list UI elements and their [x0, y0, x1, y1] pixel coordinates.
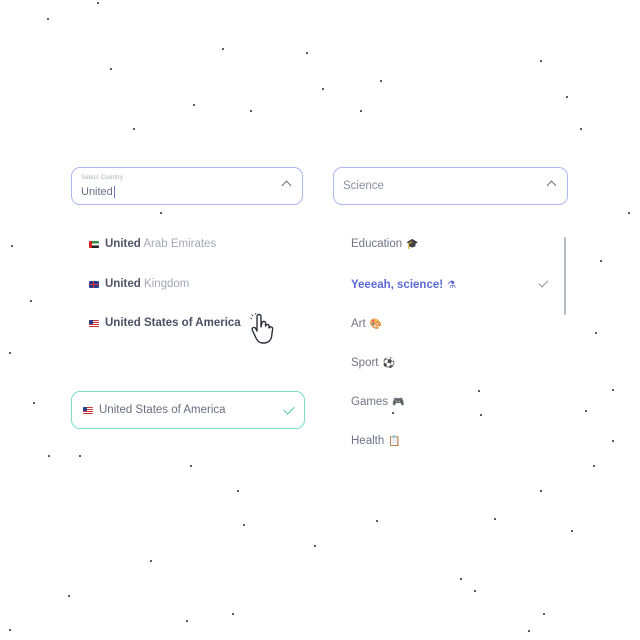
background-dot — [110, 68, 112, 70]
country-option-uae[interactable]: United Arab Emirates — [89, 236, 216, 252]
background-dot — [593, 465, 595, 467]
background-dot — [566, 96, 568, 98]
background-dot — [9, 352, 11, 354]
category-option-sport[interactable]: Sport ⚽ — [351, 354, 395, 372]
check-icon — [283, 403, 295, 415]
background-dot — [540, 60, 542, 62]
flask-icon: ⚗ — [447, 279, 457, 291]
selected-country-field[interactable]: United States of America — [71, 391, 305, 429]
background-dot — [250, 110, 252, 112]
background-dot — [11, 245, 13, 247]
background-dot — [571, 530, 573, 532]
background-dot — [543, 613, 545, 615]
background-dot — [150, 560, 152, 562]
background-dot — [478, 390, 480, 392]
background-dot — [474, 590, 476, 592]
background-dot — [48, 455, 50, 457]
background-dot — [33, 402, 35, 404]
graduation-cap-icon: 🎓 — [406, 238, 419, 250]
category-option-education[interactable]: Education 🎓 — [351, 235, 419, 253]
chevron-up-icon[interactable] — [546, 180, 557, 191]
background-dot — [133, 128, 135, 130]
background-dot — [580, 128, 582, 130]
background-dot — [460, 578, 462, 580]
background-dot — [232, 613, 234, 615]
background-dot — [595, 332, 597, 334]
category-option-games[interactable]: Games 🎮 — [351, 393, 405, 411]
country-search-input[interactable]: United — [81, 186, 115, 198]
background-dot — [30, 300, 32, 302]
background-dot — [585, 410, 587, 412]
chevron-up-icon[interactable] — [281, 180, 292, 191]
background-dot — [186, 620, 188, 622]
background-dot — [376, 520, 378, 522]
background-dot — [237, 490, 239, 492]
hand-pointer-icon — [250, 313, 274, 344]
category-select[interactable]: Science — [333, 167, 568, 205]
background-dot — [628, 212, 630, 214]
background-dot — [68, 595, 70, 597]
background-dot — [600, 260, 602, 262]
background-dot — [306, 52, 308, 54]
background-dot — [222, 48, 224, 50]
country-option-uk[interactable]: United Kingdom — [89, 276, 189, 292]
selected-country-value: United States of America — [99, 404, 226, 416]
gamepad-icon: 🎮 — [392, 396, 405, 408]
category-list-scrollbar[interactable] — [564, 237, 566, 315]
ball-icon: ⚽ — [382, 357, 395, 369]
country-option-usa[interactable]: United States of America — [89, 315, 241, 331]
country-select[interactable]: Select Country United — [71, 167, 303, 205]
background-dot — [322, 88, 324, 90]
text-caret — [113, 186, 115, 198]
background-dot — [160, 212, 162, 214]
background-dot — [314, 545, 316, 547]
background-dot — [392, 412, 394, 414]
background-dot — [360, 110, 362, 112]
category-option-health[interactable]: Health 📋 — [351, 432, 401, 450]
category-option-science[interactable]: Yeeeah, science! ⚗ — [351, 276, 456, 294]
background-dot — [97, 2, 99, 4]
background-dot — [243, 524, 245, 526]
us-flag-icon — [89, 319, 99, 327]
category-option-art[interactable]: Art 🎨 — [351, 315, 382, 333]
background-dot — [190, 465, 192, 467]
palette-icon: 🎨 — [369, 318, 383, 330]
background-dot — [540, 490, 542, 492]
background-dot — [193, 104, 195, 106]
us-flag-icon — [83, 406, 93, 414]
category-select-value: Science — [343, 180, 384, 192]
clipboard-icon: 📋 — [388, 435, 401, 447]
background-dot — [380, 80, 382, 82]
background-dot — [480, 414, 482, 416]
check-icon — [538, 277, 549, 288]
background-dot — [47, 18, 49, 20]
background-dot — [494, 518, 496, 520]
uae-flag-icon — [89, 240, 99, 248]
background-dot — [612, 440, 614, 442]
background-dot — [612, 389, 614, 391]
background-dot — [528, 630, 530, 632]
uk-flag-icon — [89, 280, 99, 288]
background-dot — [9, 629, 11, 631]
background-dot — [79, 455, 81, 457]
country-select-label: Select Country — [81, 175, 124, 181]
